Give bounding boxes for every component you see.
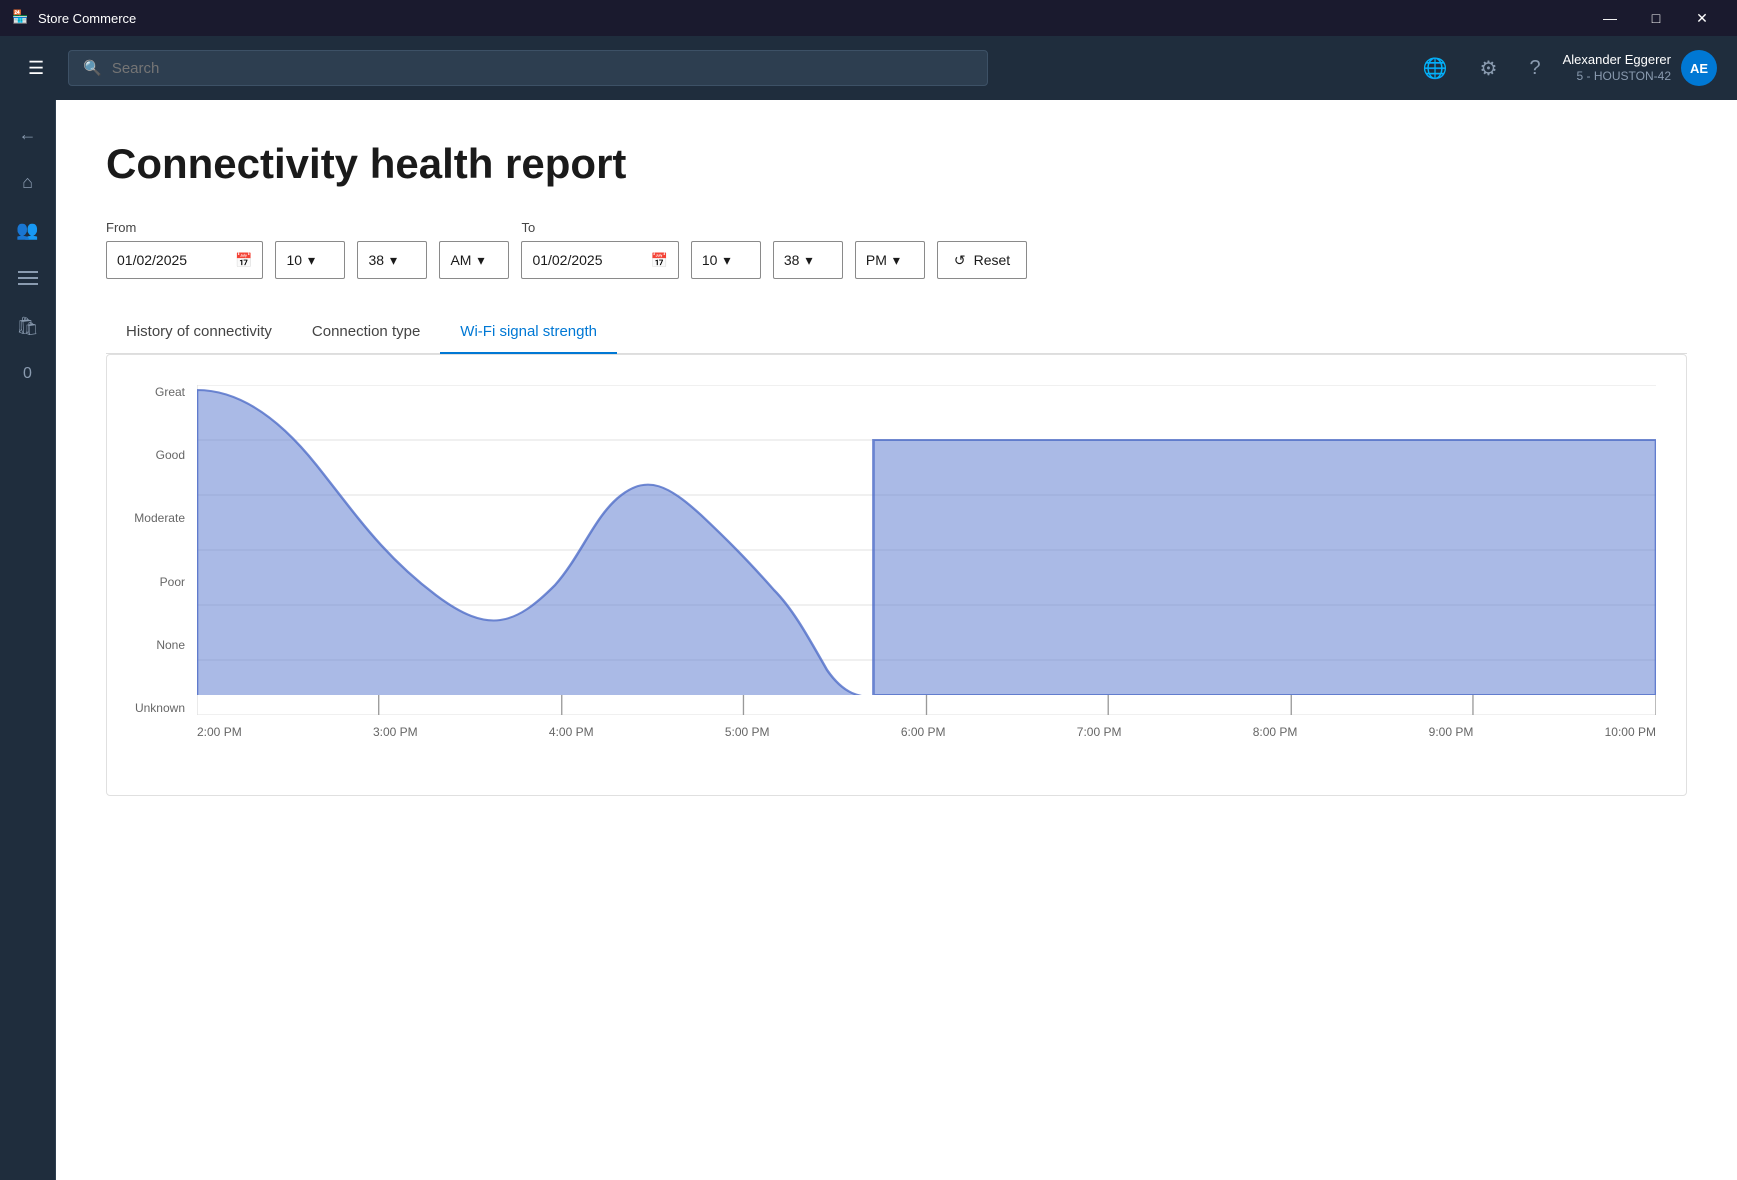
from-minute-select[interactable]: 38 ▾ <box>357 241 427 279</box>
from-ampm-select[interactable]: AM ▾ <box>439 241 509 279</box>
sidebar: ← ⌂ 👥 🛍 0 <box>0 100 56 1180</box>
chart-svg <box>197 385 1656 715</box>
search-input[interactable] <box>112 60 973 77</box>
x-label-9pm: 9:00 PM <box>1429 725 1474 739</box>
from-calendar-icon[interactable]: 📅 <box>235 252 252 269</box>
to-ampm-value: PM <box>866 252 887 268</box>
tab-wifi[interactable]: Wi-Fi signal strength <box>440 311 617 354</box>
chart-plot <box>197 385 1656 715</box>
to-minute-chevron: ▾ <box>805 252 812 269</box>
x-label-7pm: 7:00 PM <box>1077 725 1122 739</box>
tab-connection[interactable]: Connection type <box>292 311 440 354</box>
from-date-field[interactable] <box>117 252 227 268</box>
from-hour-chevron: ▾ <box>308 252 315 269</box>
to-minute-select[interactable]: 38 ▾ <box>773 241 843 279</box>
app-title: Store Commerce <box>38 11 1587 26</box>
to-minute-value: 38 <box>784 252 800 268</box>
sidebar-item-home[interactable]: ⌂ <box>6 160 50 204</box>
top-nav: ☰ 🔍 🌐 ⚙ ? Alexander Eggerer 5 - HOUSTON-… <box>0 36 1737 100</box>
y-label-moderate: Moderate <box>117 511 197 525</box>
content-area: Connectivity health report From 📅 10 ▾ 3… <box>56 100 1737 1180</box>
to-hour-chevron: ▾ <box>723 252 730 269</box>
y-label-unknown: Unknown <box>117 701 197 715</box>
sidebar-item-customers[interactable]: 👥 <box>6 208 50 252</box>
x-label-6pm: 6:00 PM <box>901 725 946 739</box>
from-ampm-value: AM <box>450 252 471 268</box>
nav-icons: 🌐 ⚙ ? <box>1417 50 1547 87</box>
user-name: Alexander Eggerer <box>1563 52 1671 69</box>
title-bar: 🏪 Store Commerce — □ ✕ <box>0 0 1737 36</box>
tab-history[interactable]: History of connectivity <box>106 311 292 354</box>
from-hour-select[interactable]: 10 ▾ <box>275 241 345 279</box>
y-label-good: Good <box>117 448 197 462</box>
y-axis: Great Good Moderate Poor None Unknown <box>117 385 197 715</box>
search-icon: 🔍 <box>83 59 102 77</box>
user-section: Alexander Eggerer 5 - HOUSTON-42 AE <box>1563 50 1717 86</box>
sidebar-item-menu[interactable] <box>6 256 50 300</box>
x-label-5pm: 5:00 PM <box>725 725 770 739</box>
x-axis: 2:00 PM 3:00 PM 4:00 PM 5:00 PM 6:00 PM … <box>197 715 1656 765</box>
to-date-input[interactable]: 📅 <box>521 241 678 279</box>
y-label-poor: Poor <box>117 575 197 589</box>
to-ampm-chevron: ▾ <box>893 252 900 269</box>
x-label-2pm: 2:00 PM <box>197 725 242 739</box>
user-subtitle: 5 - HOUSTON-42 <box>1563 69 1671 85</box>
x-label-3pm: 3:00 PM <box>373 725 418 739</box>
globe-button[interactable]: 🌐 <box>1417 50 1454 87</box>
from-minute-value: 38 <box>368 252 384 268</box>
reset-icon: ↺ <box>954 252 966 269</box>
reset-button[interactable]: ↺ Reset <box>937 241 1027 279</box>
to-field-group: To 📅 <box>521 220 678 279</box>
tabs: History of connectivity Connection type … <box>106 311 1687 354</box>
main-layout: ← ⌂ 👥 🛍 0 Connectivity health report Fro… <box>0 100 1737 1180</box>
settings-button[interactable]: ⚙ <box>1474 50 1504 87</box>
to-date-field[interactable] <box>532 252 642 268</box>
help-button[interactable]: ? <box>1523 51 1546 86</box>
from-field-group: From 📅 <box>106 220 263 279</box>
y-label-none: None <box>117 638 197 652</box>
x-label-8pm: 8:00 PM <box>1253 725 1298 739</box>
hamburger-button[interactable]: ☰ <box>20 50 52 87</box>
hamburger-icon: ☰ <box>28 58 44 78</box>
to-label: To <box>521 220 678 235</box>
to-calendar-icon[interactable]: 📅 <box>650 252 667 269</box>
to-hour-select[interactable]: 10 ▾ <box>691 241 761 279</box>
date-range-controls: From 📅 10 ▾ 38 ▾ AM ▾ To <box>106 220 1687 279</box>
x-label-10pm: 10:00 PM <box>1605 725 1656 739</box>
window-controls: — □ ✕ <box>1587 0 1725 36</box>
from-hour-value: 10 <box>286 252 302 268</box>
user-avatar[interactable]: AE <box>1681 50 1717 86</box>
chart-area: Great Good Moderate Poor None Unknown <box>117 385 1656 765</box>
from-date-input[interactable]: 📅 <box>106 241 263 279</box>
sidebar-item-orders[interactable]: 🛍 <box>6 304 50 348</box>
y-label-great: Great <box>117 385 197 399</box>
maximize-button[interactable]: □ <box>1633 0 1679 36</box>
sidebar-item-back[interactable]: ← <box>6 112 50 156</box>
from-label: From <box>106 220 263 235</box>
x-label-4pm: 4:00 PM <box>549 725 594 739</box>
page-title: Connectivity health report <box>106 140 1687 188</box>
to-ampm-select[interactable]: PM ▾ <box>855 241 925 279</box>
search-bar[interactable]: 🔍 <box>68 50 988 86</box>
sidebar-item-zero[interactable]: 0 <box>6 352 50 396</box>
user-info: Alexander Eggerer 5 - HOUSTON-42 <box>1563 52 1671 84</box>
reset-label: Reset <box>974 252 1011 268</box>
minimize-button[interactable]: — <box>1587 0 1633 36</box>
app-icon: 🏪 <box>12 9 30 27</box>
from-minute-chevron: ▾ <box>390 252 397 269</box>
from-ampm-chevron: ▾ <box>477 252 484 269</box>
chart-container: Great Good Moderate Poor None Unknown <box>106 354 1687 796</box>
close-button[interactable]: ✕ <box>1679 0 1725 36</box>
to-hour-value: 10 <box>702 252 718 268</box>
